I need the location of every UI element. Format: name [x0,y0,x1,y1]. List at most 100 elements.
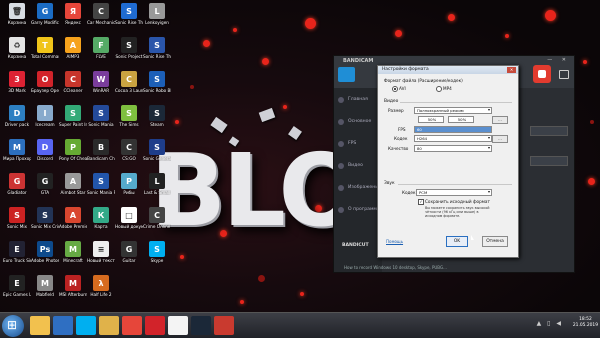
desktop-icon[interactable]: TTotal Commander [31,37,59,59]
settings-button[interactable] [530,156,568,166]
desktop-icon[interactable]: S Skype [143,241,171,263]
desktop-icon[interactable]: D Discord [31,139,59,161]
desktop-icon[interactable]: К Карта [87,207,115,229]
desktop-icon[interactable]: SSonic Rise The Shell [115,3,143,25]
desktop-icon[interactable]: D Driver pack [3,105,31,127]
tray-arrow-icon[interactable]: ▲ ▯ ◀ [537,320,563,327]
desktop-icon[interactable]: SSonic Robo Blast [143,71,171,93]
desktop-icon[interactable]: ♻ Корзина [3,37,31,59]
taskbar-app-opera[interactable] [145,316,165,335]
desktop-icon[interactable]: G Gladiator [3,173,31,195]
particle [283,105,287,109]
sidebar-item-general[interactable]: Основное [334,110,382,132]
desktop-icon[interactable]: A AIMP3 [59,37,87,59]
desktop-icon[interactable]: MMSI Afterburner [59,275,87,297]
desktop-icon[interactable]: λ Half Life 2 [87,275,115,297]
camera-icon[interactable] [559,70,569,79]
desktop-icon[interactable]: SSonic Mania Plus [87,173,115,195]
desktop-icon[interactable]: EEuro Truck Simulator [3,241,31,263]
clock[interactable]: 18:52 21.05.2019 [573,317,598,329]
desktop-icon[interactable]: L Last & Small [143,173,171,195]
desktop-icon[interactable]: BBandicam Cheatmans [87,139,115,161]
desktop-icon[interactable]: L Lenkoyigen [143,3,171,25]
desktop-icon[interactable]: SSonic Generations [143,139,171,161]
desktop-icon[interactable]: G GTA [31,173,59,195]
desktop-icon[interactable]: S Steam [143,105,171,127]
desktop-icon[interactable]: S The Sims [115,105,143,127]
app-icon: S [65,105,81,121]
desktop-icon[interactable]: I Icecream [31,105,59,127]
desktop-icon[interactable]: □Новый документ [115,207,143,229]
screen-mode-icon[interactable] [338,67,355,82]
start-button[interactable] [2,315,24,337]
taskbar-app-steam[interactable] [191,316,211,335]
desktop-icon[interactable]: C CCleaner [59,71,87,93]
desktop-icon[interactable]: W WinRAR [87,71,115,93]
desktop-icon[interactable]: PsAdobe Photoshop [31,241,59,263]
desktop-icon[interactable]: P Pony Of Cheat [59,139,87,161]
format-mp4-radio[interactable] [436,86,442,92]
desktop-icon-label: Icecream [35,122,55,127]
desktop-icon[interactable]: M Mabfield [31,275,59,297]
taskbar-app-skype[interactable] [76,316,96,335]
desktop-icon[interactable]: G Guitar [115,241,143,263]
desktop-icon[interactable]: GGarry Modifications [31,3,59,25]
desktop-icon[interactable]: AAdobe Premiere [59,207,87,229]
taskbar-app-explorer[interactable] [30,316,50,335]
cancel-button[interactable]: Отмена [482,236,508,247]
desktop-icon[interactable]: SSonic Mix Criminal [31,207,59,229]
taskbar-app-yandex-browser[interactable] [168,316,188,335]
sidebar-item-fps[interactable]: FPS [334,132,382,154]
audio-codec-select[interactable]: PCM [416,189,492,196]
size-height-input[interactable]: 50% [448,116,474,123]
desktop-icon[interactable]: SSuper Paint Infinite [59,105,87,127]
desktop-icon[interactable]: EEpic Games Launcher [3,275,31,297]
codec-more-button[interactable]: ... [492,135,508,143]
desktop-icon[interactable]: Р Рибы [115,173,143,195]
desktop-icon[interactable]: C CS:GO [115,139,143,161]
size-width-input[interactable]: 50% [418,116,444,123]
desktop-icon[interactable]: S Sonic Mix [3,207,31,229]
desktop-icon[interactable]: 🗑 Корзина [3,3,31,25]
help-link[interactable]: Помощь [386,239,403,244]
desktop-icon[interactable]: M Мира Прохор [3,139,31,161]
sidebar-item-home[interactable]: Главная [334,88,382,110]
format-avi-radio[interactable] [392,86,398,92]
sidebar-item-image[interactable]: Изображение [334,176,382,198]
settings-button[interactable] [530,126,568,136]
window-controls[interactable]: — ✕ [547,57,570,63]
codec-select[interactable]: H264 [414,135,492,142]
record-button[interactable] [533,65,551,83]
desktop-icon[interactable]: OБраузер Opera [31,71,59,93]
desktop-icon[interactable]: Я Яндекс [59,3,87,25]
clock-date: 21.05.2019 [572,323,598,328]
quality-select[interactable]: 80 [414,145,492,152]
desktop-icon[interactable]: ≡Новый текстовый [87,241,115,263]
desktop-icon[interactable]: A Aimbot Star [59,173,87,195]
desktop-icon[interactable]: CCocoa 3 Launcher [115,71,143,93]
taskbar-app-yandex[interactable] [122,316,142,335]
keep-original-checkbox[interactable]: ✓ [418,199,424,205]
app-icon: λ [93,275,109,291]
size-select[interactable]: Полноэкранный режим [414,107,492,114]
ok-button[interactable]: OK [446,236,468,247]
fps-input[interactable]: 60 [414,126,492,133]
taskbar-app-media[interactable] [53,316,73,335]
desktop-icon[interactable]: S Sonic Project [115,37,143,59]
size-more-button[interactable]: ... [492,116,508,124]
desktop-icon[interactable]: CCrime Online the Ultimate [143,207,171,229]
desktop-icon[interactable]: M Minecraft [59,241,87,263]
desktop-icon[interactable]: CCar Mechanic Simulator [87,3,115,25]
taskbar-app-bandicam[interactable] [214,316,234,335]
taskbar-app-folder[interactable] [99,316,119,335]
sidebar-item-about[interactable]: О программе [334,198,382,220]
desktop-icon[interactable]: 3 3D Mark [3,71,31,93]
app-icon: Р [121,173,137,189]
desktop-icon[interactable]: S Sonic Mania [87,105,115,127]
desktop-icon[interactable]: F FLVE [87,37,115,59]
sidebar-item-video[interactable]: Видео [334,154,382,176]
desktop-icon-label: Яндекс [65,20,81,25]
close-button[interactable]: ✕ [507,67,516,73]
desktop-icon-label: AIMP3 [66,54,80,59]
desktop-icon[interactable]: SSonic Rise The Shell [143,37,171,59]
